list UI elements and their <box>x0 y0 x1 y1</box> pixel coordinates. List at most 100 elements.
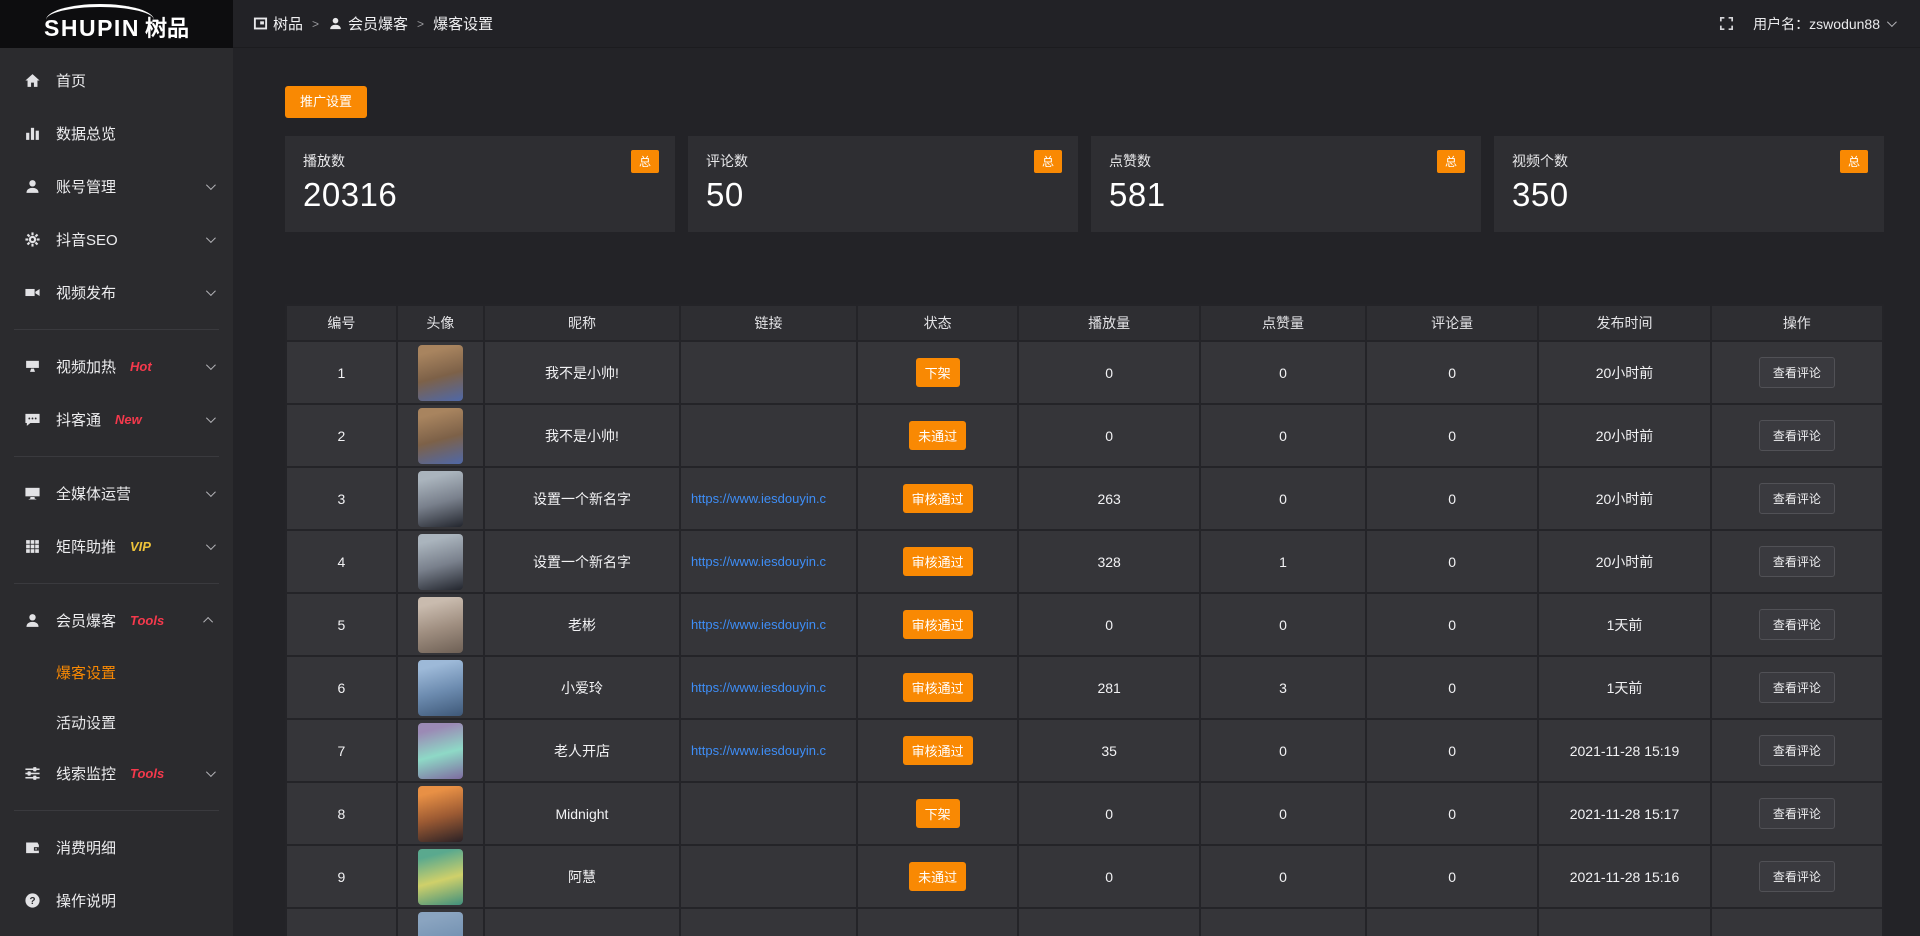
column-header: 昵称 <box>485 306 679 340</box>
cell-plays: 281 <box>1019 657 1199 718</box>
sidebar-subitem-爆客设置[interactable]: 爆客设置 <box>0 647 233 697</box>
monitor-icon <box>24 485 41 502</box>
cell-status: 审核通过 <box>858 594 1017 655</box>
sidebar-badge: Hot <box>130 359 152 374</box>
breadcrumb-item[interactable]: 会员爆客 <box>328 13 408 34</box>
cell-publish-time: 20小时前 <box>1539 531 1709 592</box>
status-badge: 未通过 <box>909 421 966 450</box>
cell-nickname: 我不是小帅! <box>485 342 679 403</box>
cell-likes: 0 <box>1201 342 1365 403</box>
cell-link: https://www.iesdouyin.c <box>681 720 856 781</box>
sidebar-badge: Tools <box>130 613 164 628</box>
stat-label: 评论数 <box>706 151 1060 171</box>
cell-action: 查看评论 <box>1712 594 1882 655</box>
topbar-right: 用户名：zswodun88 <box>1718 14 1894 34</box>
cell-status <box>858 909 1017 936</box>
cell-action <box>1712 909 1882 936</box>
avatar <box>418 660 463 716</box>
cell-number: 4 <box>287 531 396 592</box>
cell-plays: 328 <box>1019 531 1199 592</box>
svg-text:?: ? <box>29 896 35 907</box>
cell-avatar <box>398 909 483 936</box>
user-icon <box>24 178 41 195</box>
cell-likes: 0 <box>1201 783 1365 844</box>
sidebar-item-label: 数据总览 <box>56 123 116 144</box>
view-comments-button[interactable]: 查看评论 <box>1759 483 1835 514</box>
logo-area: SHUPIN树品 <box>0 0 233 48</box>
stat-label: 播放数 <box>303 151 657 171</box>
sidebar-item-全媒体运营[interactable]: 全媒体运营 <box>0 467 233 520</box>
cell-status: 未通过 <box>858 405 1017 466</box>
video-link[interactable]: https://www.iesdouyin.c <box>681 680 856 695</box>
cell-number: 1 <box>287 342 396 403</box>
video-link[interactable]: https://www.iesdouyin.c <box>681 554 856 569</box>
cell-plays: 0 <box>1019 846 1199 907</box>
sidebar-subitem-活动设置[interactable]: 活动设置 <box>0 697 233 747</box>
sidebar: 首页数据总览账号管理抖音SEO视频发布视频加热Hot抖客通New全媒体运营矩阵助… <box>0 48 233 936</box>
stats-cards: 播放数20316总评论数50总点赞数581总视频个数350总 <box>285 136 1884 232</box>
sidebar-item-label: 矩阵助推 <box>56 536 116 557</box>
cell-nickname: Midnight <box>485 783 679 844</box>
video-link[interactable]: https://www.iesdouyin.c <box>681 491 856 506</box>
stat-card-播放数: 播放数20316总 <box>285 136 675 232</box>
sidebar-item-操作说明[interactable]: ?操作说明 <box>0 874 233 927</box>
cell-publish-time: 2021-11-28 15:19 <box>1539 720 1709 781</box>
cell-action: 查看评论 <box>1712 531 1882 592</box>
cell-plays: 35 <box>1019 720 1199 781</box>
cell-link <box>681 405 856 466</box>
sidebar-item-数据总览[interactable]: 数据总览 <box>0 107 233 160</box>
cell-link <box>681 909 856 936</box>
view-comments-button[interactable]: 查看评论 <box>1759 861 1835 892</box>
chat-icon <box>24 411 41 428</box>
cell-link: https://www.iesdouyin.c <box>681 594 856 655</box>
cell-avatar <box>398 657 483 718</box>
view-comments-button[interactable]: 查看评论 <box>1759 672 1835 703</box>
app-logo: SHUPIN树品 <box>44 5 189 43</box>
cell-comments: 0 <box>1367 783 1537 844</box>
sidebar-item-视频加热[interactable]: 视频加热Hot <box>0 340 233 393</box>
fullscreen-icon[interactable] <box>1718 15 1735 32</box>
chevron-down-icon <box>1887 17 1897 27</box>
sidebar-item-视频发布[interactable]: 视频发布 <box>0 266 233 319</box>
view-comments-button[interactable]: 查看评论 <box>1759 735 1835 766</box>
video-link[interactable]: https://www.iesdouyin.c <box>681 743 856 758</box>
sidebar-item-label: 消费明细 <box>56 837 116 858</box>
view-comments-button[interactable]: 查看评论 <box>1759 546 1835 577</box>
avatar <box>418 723 463 779</box>
sidebar-item-矩阵助推[interactable]: 矩阵助推VIP <box>0 520 233 573</box>
breadcrumb-item[interactable]: 爆客设置 <box>433 13 493 34</box>
cell-link: https://www.iesdouyin.c <box>681 468 856 529</box>
cell-avatar <box>398 594 483 655</box>
promo-settings-button[interactable]: 推广设置 <box>285 86 367 118</box>
view-comments-button[interactable]: 查看评论 <box>1759 798 1835 829</box>
view-comments-button[interactable]: 查看评论 <box>1759 609 1835 640</box>
sidebar-item-首页[interactable]: 首页 <box>0 54 233 107</box>
cell-status: 审核通过 <box>858 531 1017 592</box>
stat-value: 581 <box>1109 176 1463 214</box>
cell-nickname: 阿慧 <box>485 846 679 907</box>
sidebar-item-会员爆客[interactable]: 会员爆客Tools <box>0 594 233 647</box>
gear-icon <box>24 231 41 248</box>
view-comments-button[interactable]: 查看评论 <box>1759 357 1835 388</box>
cell-link <box>681 846 856 907</box>
video-link[interactable]: https://www.iesdouyin.c <box>681 617 856 632</box>
cell-plays <box>1019 909 1199 936</box>
cell-link: https://www.iesdouyin.c <box>681 531 856 592</box>
cell-link <box>681 783 856 844</box>
column-header: 操作 <box>1712 306 1882 340</box>
view-comments-button[interactable]: 查看评论 <box>1759 420 1835 451</box>
sidebar-item-抖客通[interactable]: 抖客通New <box>0 393 233 446</box>
cell-avatar <box>398 342 483 403</box>
breadcrumb-item[interactable]: 树品 <box>253 13 303 34</box>
sidebar-item-消费明细[interactable]: 消费明细 <box>0 821 233 874</box>
table-row: 9阿慧未通过0002021-11-28 15:16查看评论 <box>287 846 1882 907</box>
sidebar-item-线索监控[interactable]: 线索监控Tools <box>0 747 233 800</box>
stat-value: 350 <box>1512 176 1866 214</box>
sidebar-item-账号管理[interactable]: 账号管理 <box>0 160 233 213</box>
username-menu[interactable]: 用户名：zswodun88 <box>1753 14 1894 34</box>
column-header: 链接 <box>681 306 856 340</box>
sidebar-item-抖音SEO[interactable]: 抖音SEO <box>0 213 233 266</box>
chevron-down-icon <box>206 413 216 423</box>
total-badge: 总 <box>631 150 659 173</box>
sidebar-item-label: 抖客通 <box>56 409 101 430</box>
